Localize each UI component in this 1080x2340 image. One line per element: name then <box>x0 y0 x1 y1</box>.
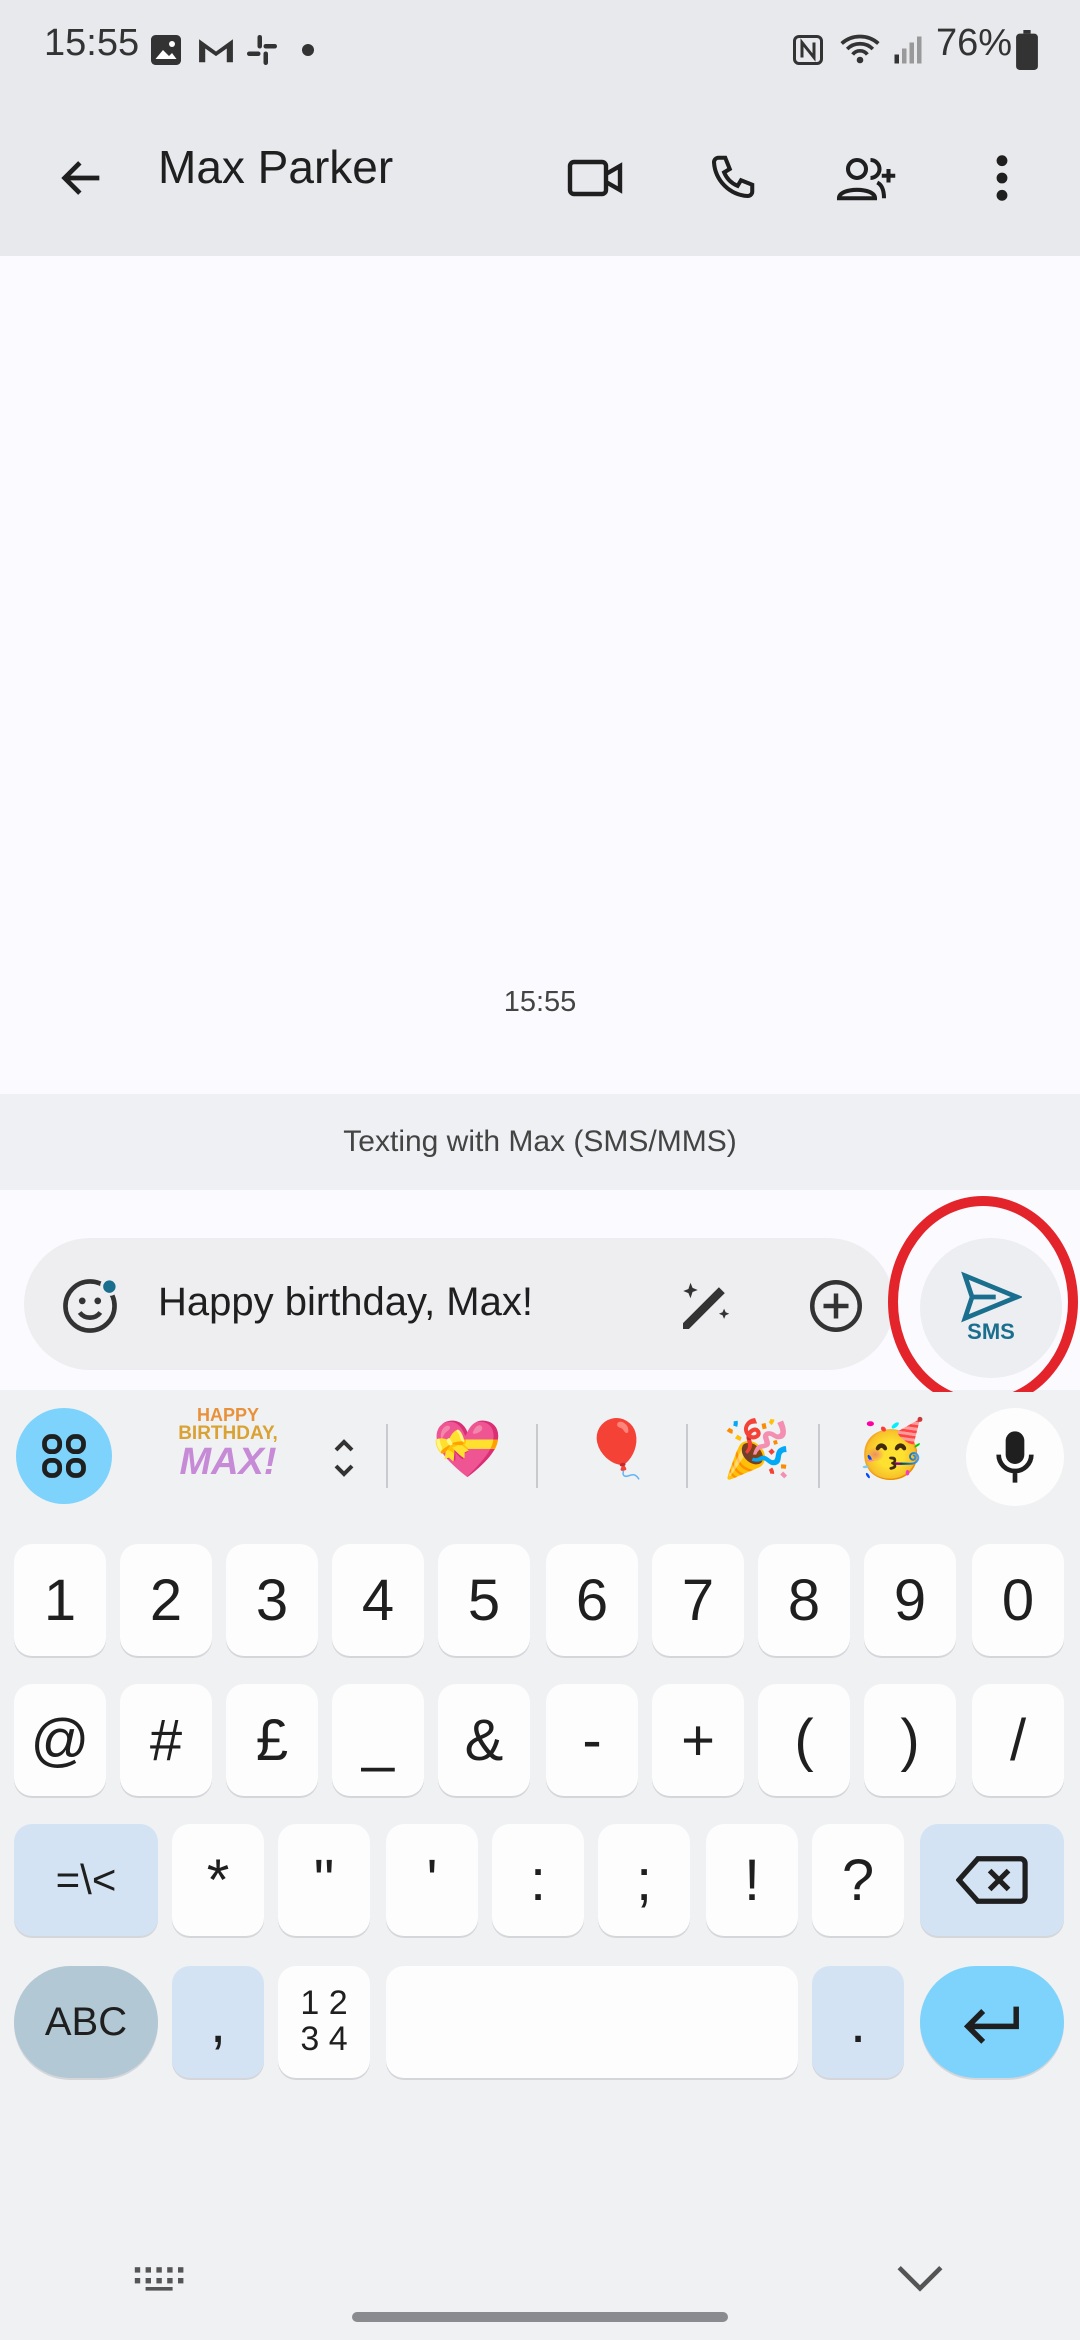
signal-icon <box>894 36 922 64</box>
emoji-suggestion-party-popper[interactable]: 🎉 <box>722 1416 792 1482</box>
sms-notice: Texting with Max (SMS/MMS) <box>0 1094 1080 1190</box>
sms-notice-text: Texting with Max (SMS/MMS) <box>343 1125 737 1158</box>
key-asterisk[interactable]: * <box>172 1824 264 1936</box>
key-slash[interactable]: / <box>972 1684 1064 1796</box>
abc-key[interactable]: ABC <box>14 1966 158 2078</box>
highlight-circle <box>888 1196 1078 1408</box>
video-call-icon <box>567 159 623 197</box>
sticker-line-3: MAX! <box>179 1441 277 1483</box>
key-ampersand[interactable]: & <box>438 1684 530 1796</box>
unfold-icon <box>334 1439 354 1477</box>
key-plus[interactable]: + <box>652 1684 744 1796</box>
keyboard-menu-button[interactable] <box>16 1408 112 1504</box>
enter-key[interactable] <box>920 1966 1064 2078</box>
keyboard: HAPPY BIRTHDAY, MAX! 💝 🎈 🎉 🥳 1 2 3 4 5 6… <box>0 1392 1080 2340</box>
divider <box>686 1424 688 1488</box>
key-double-quote[interactable]: " <box>278 1824 370 1936</box>
emoji-suggestion-party-face[interactable]: 🥳 <box>856 1416 926 1482</box>
back-button[interactable] <box>40 136 124 220</box>
numpad-key-bottom: 3 4 <box>300 2020 348 2058</box>
add-person-icon <box>836 157 896 201</box>
app-bar: Max Parker <box>0 100 1080 256</box>
add-circle-icon <box>810 1280 862 1332</box>
key-0[interactable]: 0 <box>972 1544 1064 1656</box>
nfc-icon <box>793 35 823 65</box>
space-key[interactable] <box>386 1966 798 2078</box>
key-9[interactable]: 9 <box>864 1544 956 1656</box>
switch-keyboard-button[interactable] <box>120 2248 200 2308</box>
emoji-suggestion-heart[interactable]: 💝 <box>432 1416 502 1482</box>
key-hash[interactable]: # <box>120 1684 212 1796</box>
backspace-key[interactable] <box>920 1824 1064 1936</box>
emoji-button[interactable] <box>48 1264 132 1348</box>
key-minus[interactable]: - <box>546 1684 638 1796</box>
contact-name: Max Parker <box>158 141 394 193</box>
emoji-suggestion-balloon[interactable]: 🎈 <box>582 1416 652 1482</box>
key-pound[interactable]: £ <box>226 1684 318 1796</box>
magic-pen-icon <box>683 1282 730 1329</box>
numpad-key[interactable]: 1 2 3 4 <box>278 1966 370 2078</box>
wifi-icon <box>840 34 880 64</box>
status-time: 15:55 <box>44 22 140 64</box>
key-close-paren[interactable]: ) <box>864 1684 956 1796</box>
message-timestamp: 15:55 <box>503 986 577 1018</box>
keyboard-icon <box>134 2267 184 2291</box>
key-apostrophe[interactable]: ' <box>386 1824 478 1936</box>
key-period[interactable]: . <box>812 1966 904 2078</box>
key-exclamation[interactable]: ! <box>706 1824 798 1936</box>
key-6[interactable]: 6 <box>546 1544 638 1656</box>
numpad-key-top: 1 2 <box>300 1984 348 2023</box>
add-contact-button[interactable] <box>824 136 908 220</box>
divider <box>536 1424 538 1488</box>
key-colon[interactable]: : <box>492 1824 584 1936</box>
backspace-icon <box>956 1856 1028 1904</box>
key-4[interactable]: 4 <box>332 1544 424 1656</box>
home-indicator[interactable] <box>352 2312 728 2322</box>
battery-icon <box>1016 30 1038 70</box>
message-input[interactable]: Happy birthday, Max! <box>158 1280 533 1325</box>
gallery-icon <box>151 35 181 65</box>
conversation-area: 15:55 <box>0 256 1080 1094</box>
key-more-symbols[interactable]: =\< <box>14 1824 158 1936</box>
chevron-down-icon <box>897 2265 943 2292</box>
apps-grid-icon <box>42 1434 86 1478</box>
key-at[interactable]: @ <box>14 1684 106 1796</box>
microphone-icon <box>996 1431 1034 1483</box>
arrow-back-icon <box>61 161 100 195</box>
key-2[interactable]: 2 <box>120 1544 212 1656</box>
dot-icon <box>302 44 314 56</box>
divider <box>386 1424 388 1488</box>
video-call-button[interactable] <box>554 136 638 220</box>
enter-icon <box>963 2006 1019 2044</box>
sticker-line-1: HAPPY <box>196 1405 259 1425</box>
key-8[interactable]: 8 <box>758 1544 850 1656</box>
expand-suggestions-button[interactable] <box>322 1428 366 1488</box>
key-7[interactable]: 7 <box>652 1544 744 1656</box>
key-5[interactable]: 5 <box>438 1544 530 1656</box>
voice-input-button[interactable] <box>966 1408 1064 1506</box>
gmail-icon <box>199 39 233 63</box>
magic-compose-button[interactable] <box>664 1264 748 1348</box>
phone-call-button[interactable] <box>690 136 774 220</box>
birthday-sticker[interactable]: HAPPY BIRTHDAY, MAX! <box>168 1406 288 1502</box>
key-open-paren[interactable]: ( <box>758 1684 850 1796</box>
slack-icon <box>247 35 277 65</box>
key-semicolon[interactable]: ; <box>598 1824 690 1936</box>
more-options-button[interactable] <box>960 136 1044 220</box>
key-3[interactable]: 3 <box>226 1544 318 1656</box>
message-composer[interactable]: Happy birthday, Max! <box>24 1238 894 1370</box>
key-underscore[interactable]: _ <box>332 1684 424 1796</box>
more-vert-icon <box>996 155 1008 201</box>
divider <box>818 1424 820 1488</box>
key-1[interactable]: 1 <box>14 1544 106 1656</box>
status-bar: 15:55 76% <box>0 0 1080 100</box>
attach-button[interactable] <box>794 1264 878 1348</box>
phone-icon <box>711 155 755 199</box>
key-comma[interactable]: , <box>172 1966 264 2078</box>
key-question[interactable]: ? <box>812 1824 904 1936</box>
battery-percentage: 76% <box>936 22 1013 64</box>
emoji-icon <box>63 1277 119 1333</box>
hide-keyboard-button[interactable] <box>880 2244 960 2312</box>
